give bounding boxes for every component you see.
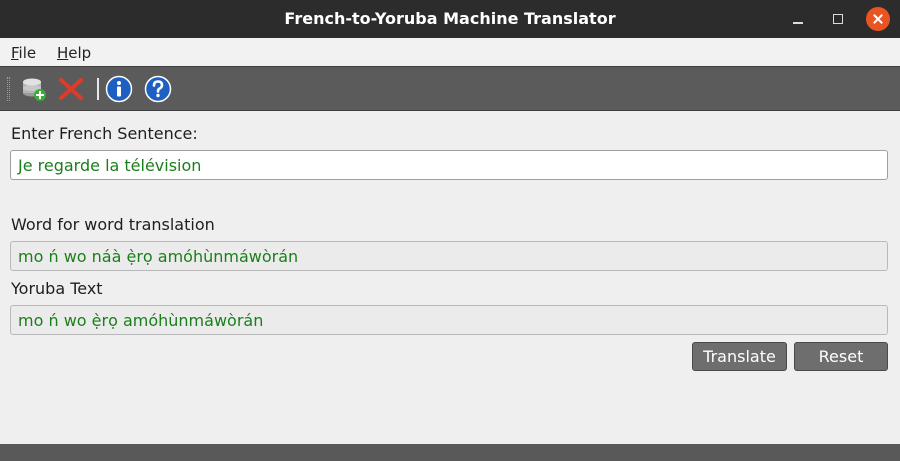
title-bar: French-to-Yoruba Machine Translator	[0, 0, 900, 38]
toolbar-grip[interactable]	[7, 77, 10, 101]
database-add-icon[interactable]	[20, 75, 48, 103]
menu-help-mnemonic: H	[57, 44, 69, 62]
info-icon[interactable]	[105, 75, 133, 103]
menu-help-label: elp	[68, 44, 92, 62]
close-icon[interactable]	[866, 7, 890, 31]
menu-file-mnemonic: F	[11, 44, 19, 62]
french-sentence-input[interactable]: Je regarde la télévision	[10, 150, 888, 180]
word-translation-field[interactable]: mo ń wo náà ẹ̀rọ amóhùnmáwòrán	[10, 241, 888, 271]
toolbar-separator	[97, 78, 99, 100]
help-icon[interactable]	[144, 75, 172, 103]
yoruba-text-field[interactable]: mo ń wo ẹ̀rọ amóhùnmáwòrán	[10, 305, 888, 335]
menu-bar: File Help	[0, 38, 900, 66]
menu-help[interactable]: Help	[57, 44, 91, 62]
word-translation-label: Word for word translation	[11, 215, 215, 234]
reset-button[interactable]: Reset	[794, 342, 888, 371]
menu-file[interactable]: File	[11, 44, 36, 62]
french-sentence-label: Enter French Sentence:	[11, 124, 198, 143]
translate-button[interactable]: Translate	[692, 342, 787, 371]
yoruba-text-label: Yoruba Text	[11, 279, 103, 298]
toolbar	[0, 66, 900, 111]
delete-icon[interactable]	[57, 75, 85, 103]
maximize-icon[interactable]	[826, 7, 850, 31]
minimize-icon[interactable]	[786, 7, 810, 31]
window-title: French-to-Yoruba Machine Translator	[284, 9, 616, 28]
menu-file-label: ile	[18, 44, 37, 62]
status-bar	[0, 444, 900, 461]
